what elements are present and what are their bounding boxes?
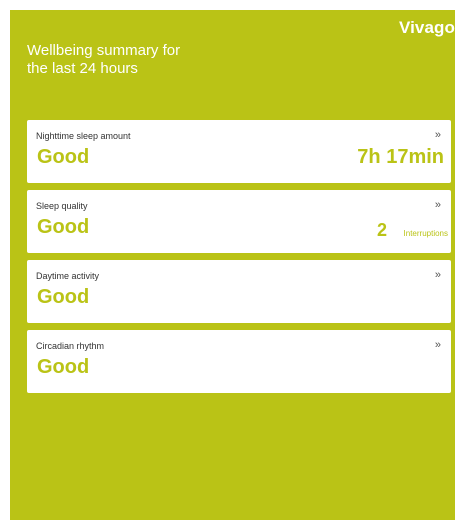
card-value: 7h 17min	[357, 146, 444, 168]
card-value-unit: Interruptions	[403, 229, 448, 238]
card-value-number: 2	[376, 220, 387, 240]
card-circadian-rhythm[interactable]: Circadian rhythm » Good	[27, 330, 451, 393]
card-nighttime-sleep-amount[interactable]: Nighttime sleep amount » Good 7h 17min	[27, 120, 451, 183]
card-status: Good	[37, 286, 90, 308]
card-status: Good	[37, 146, 90, 168]
card-status: Good	[37, 356, 90, 378]
double-chevron-right-icon: »	[434, 269, 441, 281]
wellbeing-panel: Vivago Wellbeing summary for the last 24…	[10, 10, 455, 520]
brand-logo: Vivago	[398, 18, 455, 37]
card-label: Nighttime sleep amount	[36, 131, 131, 141]
double-chevron-right-icon: »	[434, 129, 441, 141]
card-label: Sleep quality	[36, 201, 88, 211]
summary-title: Wellbeing summary for the last 24 hours	[27, 42, 181, 77]
card-daytime-activity[interactable]: Daytime activity » Good	[27, 260, 451, 323]
card-status: Good	[37, 216, 90, 238]
card-label: Daytime activity	[36, 271, 100, 281]
double-chevron-right-icon: »	[434, 199, 441, 211]
double-chevron-right-icon: »	[434, 339, 441, 351]
card-label: Circadian rhythm	[36, 341, 105, 351]
card-sleep-quality[interactable]: Sleep quality » Good 2 Interruptions	[27, 190, 451, 253]
